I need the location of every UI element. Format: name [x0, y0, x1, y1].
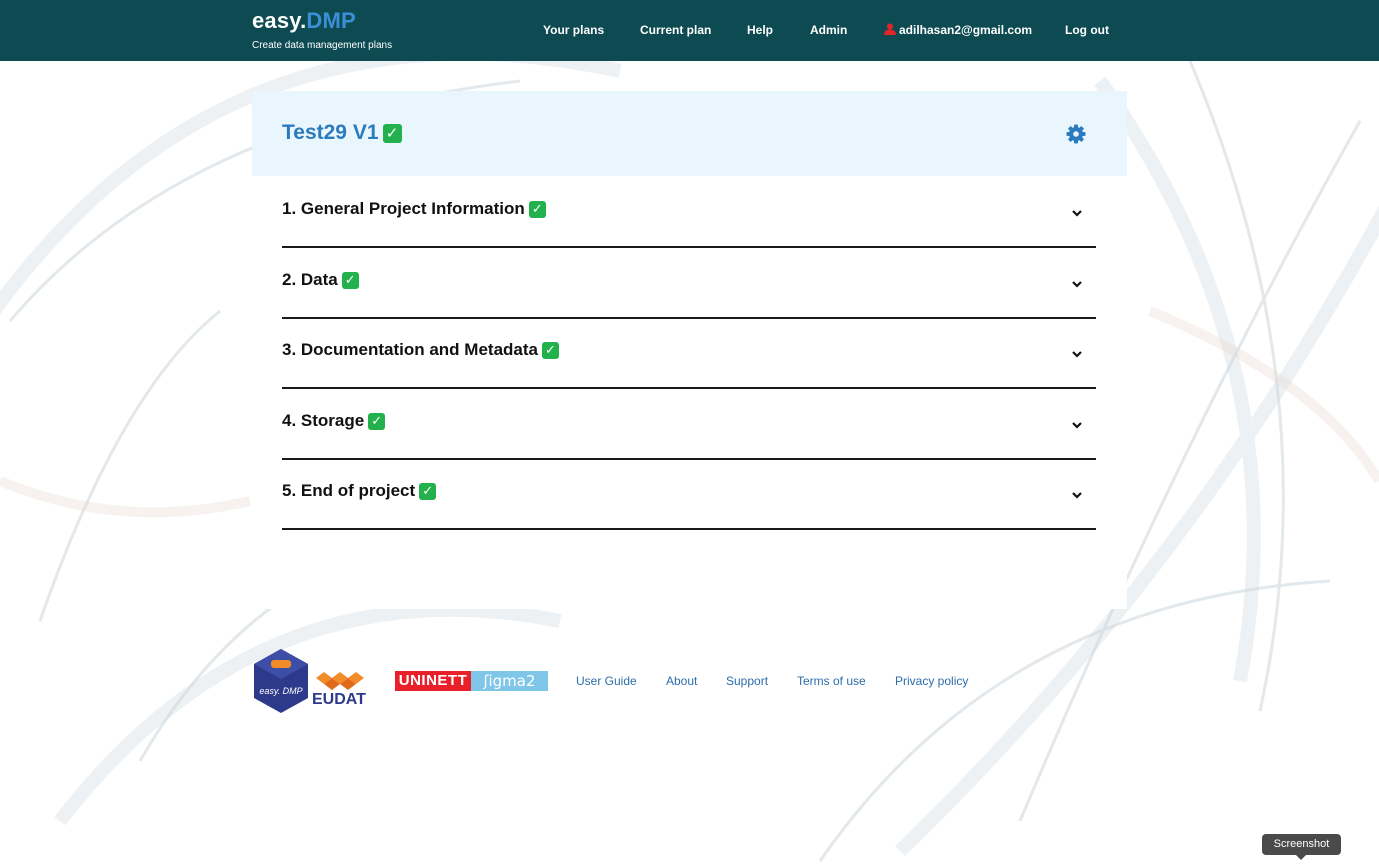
sigma2-logo[interactable]: ʃigma2: [471, 671, 548, 691]
chevron-down-icon[interactable]: [1070, 206, 1084, 220]
plan-card: Test29 V1 ✓ 1. General Project Informatio…: [252, 91, 1127, 609]
check-mark-icon: ✓: [341, 272, 359, 289]
nav-admin[interactable]: Admin: [810, 23, 847, 37]
top-navigation-bar: easy.DMP Create data management plans Yo…: [0, 0, 1379, 61]
user-icon: [884, 23, 896, 35]
footer: easy. DMP EUDAT UNINETT ʃigma2 User Guid…: [252, 648, 1152, 718]
section-storage[interactable]: 4. Storage ✓: [282, 388, 1096, 460]
section-title: 3. Documentation and Metadata ✓: [282, 340, 559, 360]
check-mark-icon: ✓: [382, 124, 402, 143]
nav-log-out[interactable]: Log out: [1065, 23, 1109, 37]
section-end-of-project[interactable]: 5. End of project ✓: [282, 458, 1096, 530]
screenshot-tooltip: Screenshot: [1262, 834, 1341, 860]
section-documentation-and-metadata[interactable]: 3. Documentation and Metadata ✓: [282, 317, 1096, 389]
section-label: 4. Storage: [282, 411, 365, 430]
chevron-down-icon[interactable]: [1070, 488, 1084, 502]
nav-user-account[interactable]: adilhasan2@gmail.com: [884, 23, 1032, 37]
check-mark-icon: ✓: [368, 413, 386, 430]
section-label: 2. Data: [282, 270, 338, 289]
chevron-down-icon[interactable]: [1070, 347, 1084, 361]
section-data[interactable]: 2. Data ✓: [282, 247, 1096, 319]
eudat-logo-text: EUDAT: [312, 691, 366, 706]
section-title: 5. End of project ✓: [282, 481, 437, 501]
chevron-down-icon[interactable]: [1070, 277, 1084, 291]
nav-current-plan[interactable]: Current plan: [640, 23, 711, 37]
section-title: 2. Data ✓: [282, 270, 359, 290]
easydmp-logo-text: easy. DMP: [259, 686, 302, 696]
gear-icon[interactable]: [1066, 124, 1086, 144]
section-title: 4. Storage ✓: [282, 411, 386, 431]
plan-header: Test29 V1 ✓: [252, 91, 1127, 176]
easydmp-logo[interactable]: easy. DMP: [252, 648, 310, 714]
check-mark-icon: ✓: [528, 201, 546, 218]
section-title: 1. General Project Information ✓: [282, 199, 546, 219]
chevron-down-icon[interactable]: [1070, 418, 1084, 432]
footer-link-privacy-policy[interactable]: Privacy policy: [895, 674, 968, 688]
eudat-logo[interactable]: EUDAT: [310, 664, 370, 706]
nav-your-plans[interactable]: Your plans: [543, 23, 604, 37]
section-label: 5. End of project: [282, 481, 416, 500]
user-email: adilhasan2@gmail.com: [899, 23, 1033, 37]
plan-title-text: Test29 V1: [282, 121, 379, 144]
footer-link-support[interactable]: Support: [726, 674, 768, 688]
check-mark-icon: ✓: [541, 342, 559, 359]
main-nav: Your plans Current plan Help Admin adilh…: [0, 0, 1379, 61]
footer-link-terms-of-use[interactable]: Terms of use: [797, 674, 866, 688]
section-general-project-information[interactable]: 1. General Project Information ✓: [282, 176, 1096, 248]
footer-link-user-guide[interactable]: User Guide: [576, 674, 637, 688]
uninett-logo[interactable]: UNINETT: [395, 671, 471, 691]
section-label: 1. General Project Information: [282, 199, 525, 218]
section-label: 3. Documentation and Metadata: [282, 340, 538, 359]
footer-link-about[interactable]: About: [666, 674, 697, 688]
nav-help[interactable]: Help: [747, 23, 773, 37]
check-mark-icon: ✓: [419, 483, 437, 500]
plan-title: Test29 V1 ✓: [282, 121, 402, 145]
